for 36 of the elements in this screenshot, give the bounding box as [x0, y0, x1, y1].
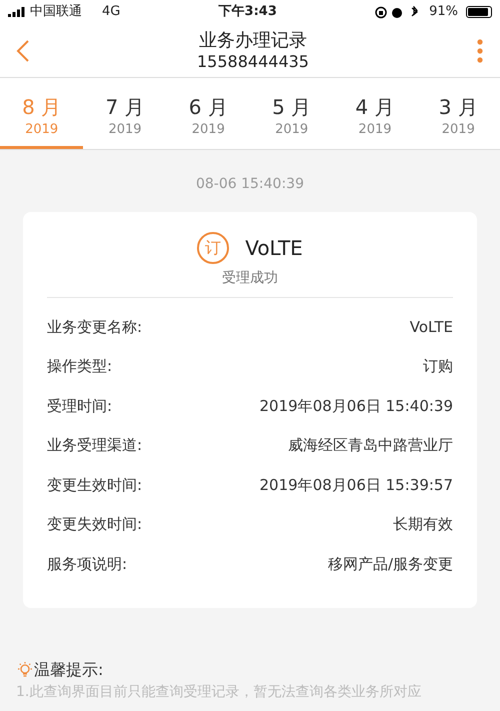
- status-text: 受理成功: [221, 269, 279, 288]
- field-label: 受理时间:: [47, 396, 112, 416]
- field-value: 订购: [423, 356, 453, 377]
- field-label: 变更生效时间:: [47, 474, 142, 496]
- field-label: 业务受理渠道:: [47, 435, 142, 456]
- battery-icon: [466, 6, 492, 18]
- record-timestamp: 08-06 15:40:39: [194, 175, 305, 194]
- field-value: 2019年08月06日 15:40:39: [260, 396, 453, 416]
- service-name: VoLTE: [245, 235, 303, 262]
- page-title: 业务办理记录: [198, 30, 308, 52]
- field-value: 2019年08月06日 15:39:57: [260, 474, 453, 496]
- more-button[interactable]: [476, 38, 484, 64]
- field-label: 服务项说明:: [47, 554, 128, 574]
- month-tab[interactable]: 3 月 2019: [416, 78, 500, 149]
- field-value: 移网产品/服务变更: [328, 554, 453, 574]
- order-badge: 订: [197, 232, 230, 264]
- network-type: 4G: [102, 3, 120, 22]
- tips-title: 温馨提示:: [34, 658, 104, 680]
- field-label: 业务变更名称:: [47, 316, 142, 338]
- field-label: 操作类型:: [47, 356, 112, 377]
- field-value: 威海经区青岛中路营业厅: [288, 435, 453, 456]
- month-tab[interactable]: 5 月 2019: [250, 78, 334, 149]
- back-button[interactable]: [16, 38, 30, 63]
- field-value: VoLTE: [410, 316, 453, 338]
- clock-time: 下午3:43: [218, 3, 277, 22]
- battery-percent: 91%: [429, 3, 458, 22]
- field-value: 长期有效: [393, 514, 453, 535]
- carrier-name: 中国联通: [30, 3, 82, 22]
- month-tab[interactable]: 7 月 2019: [83, 78, 167, 149]
- signal-icon: [8, 7, 26, 17]
- tips-text: 1.此查询界面目前只能查询受理记录，暂无法查询各类业务所对应: [16, 682, 422, 702]
- month-tab[interactable]: 4 月 2019: [333, 78, 417, 149]
- lightbulb-icon: [16, 660, 34, 678]
- month-tab[interactable]: 6 月 2019: [166, 78, 250, 149]
- field-label: 变更失效时间:: [47, 514, 142, 535]
- phone-number: 15588444435: [197, 52, 309, 72]
